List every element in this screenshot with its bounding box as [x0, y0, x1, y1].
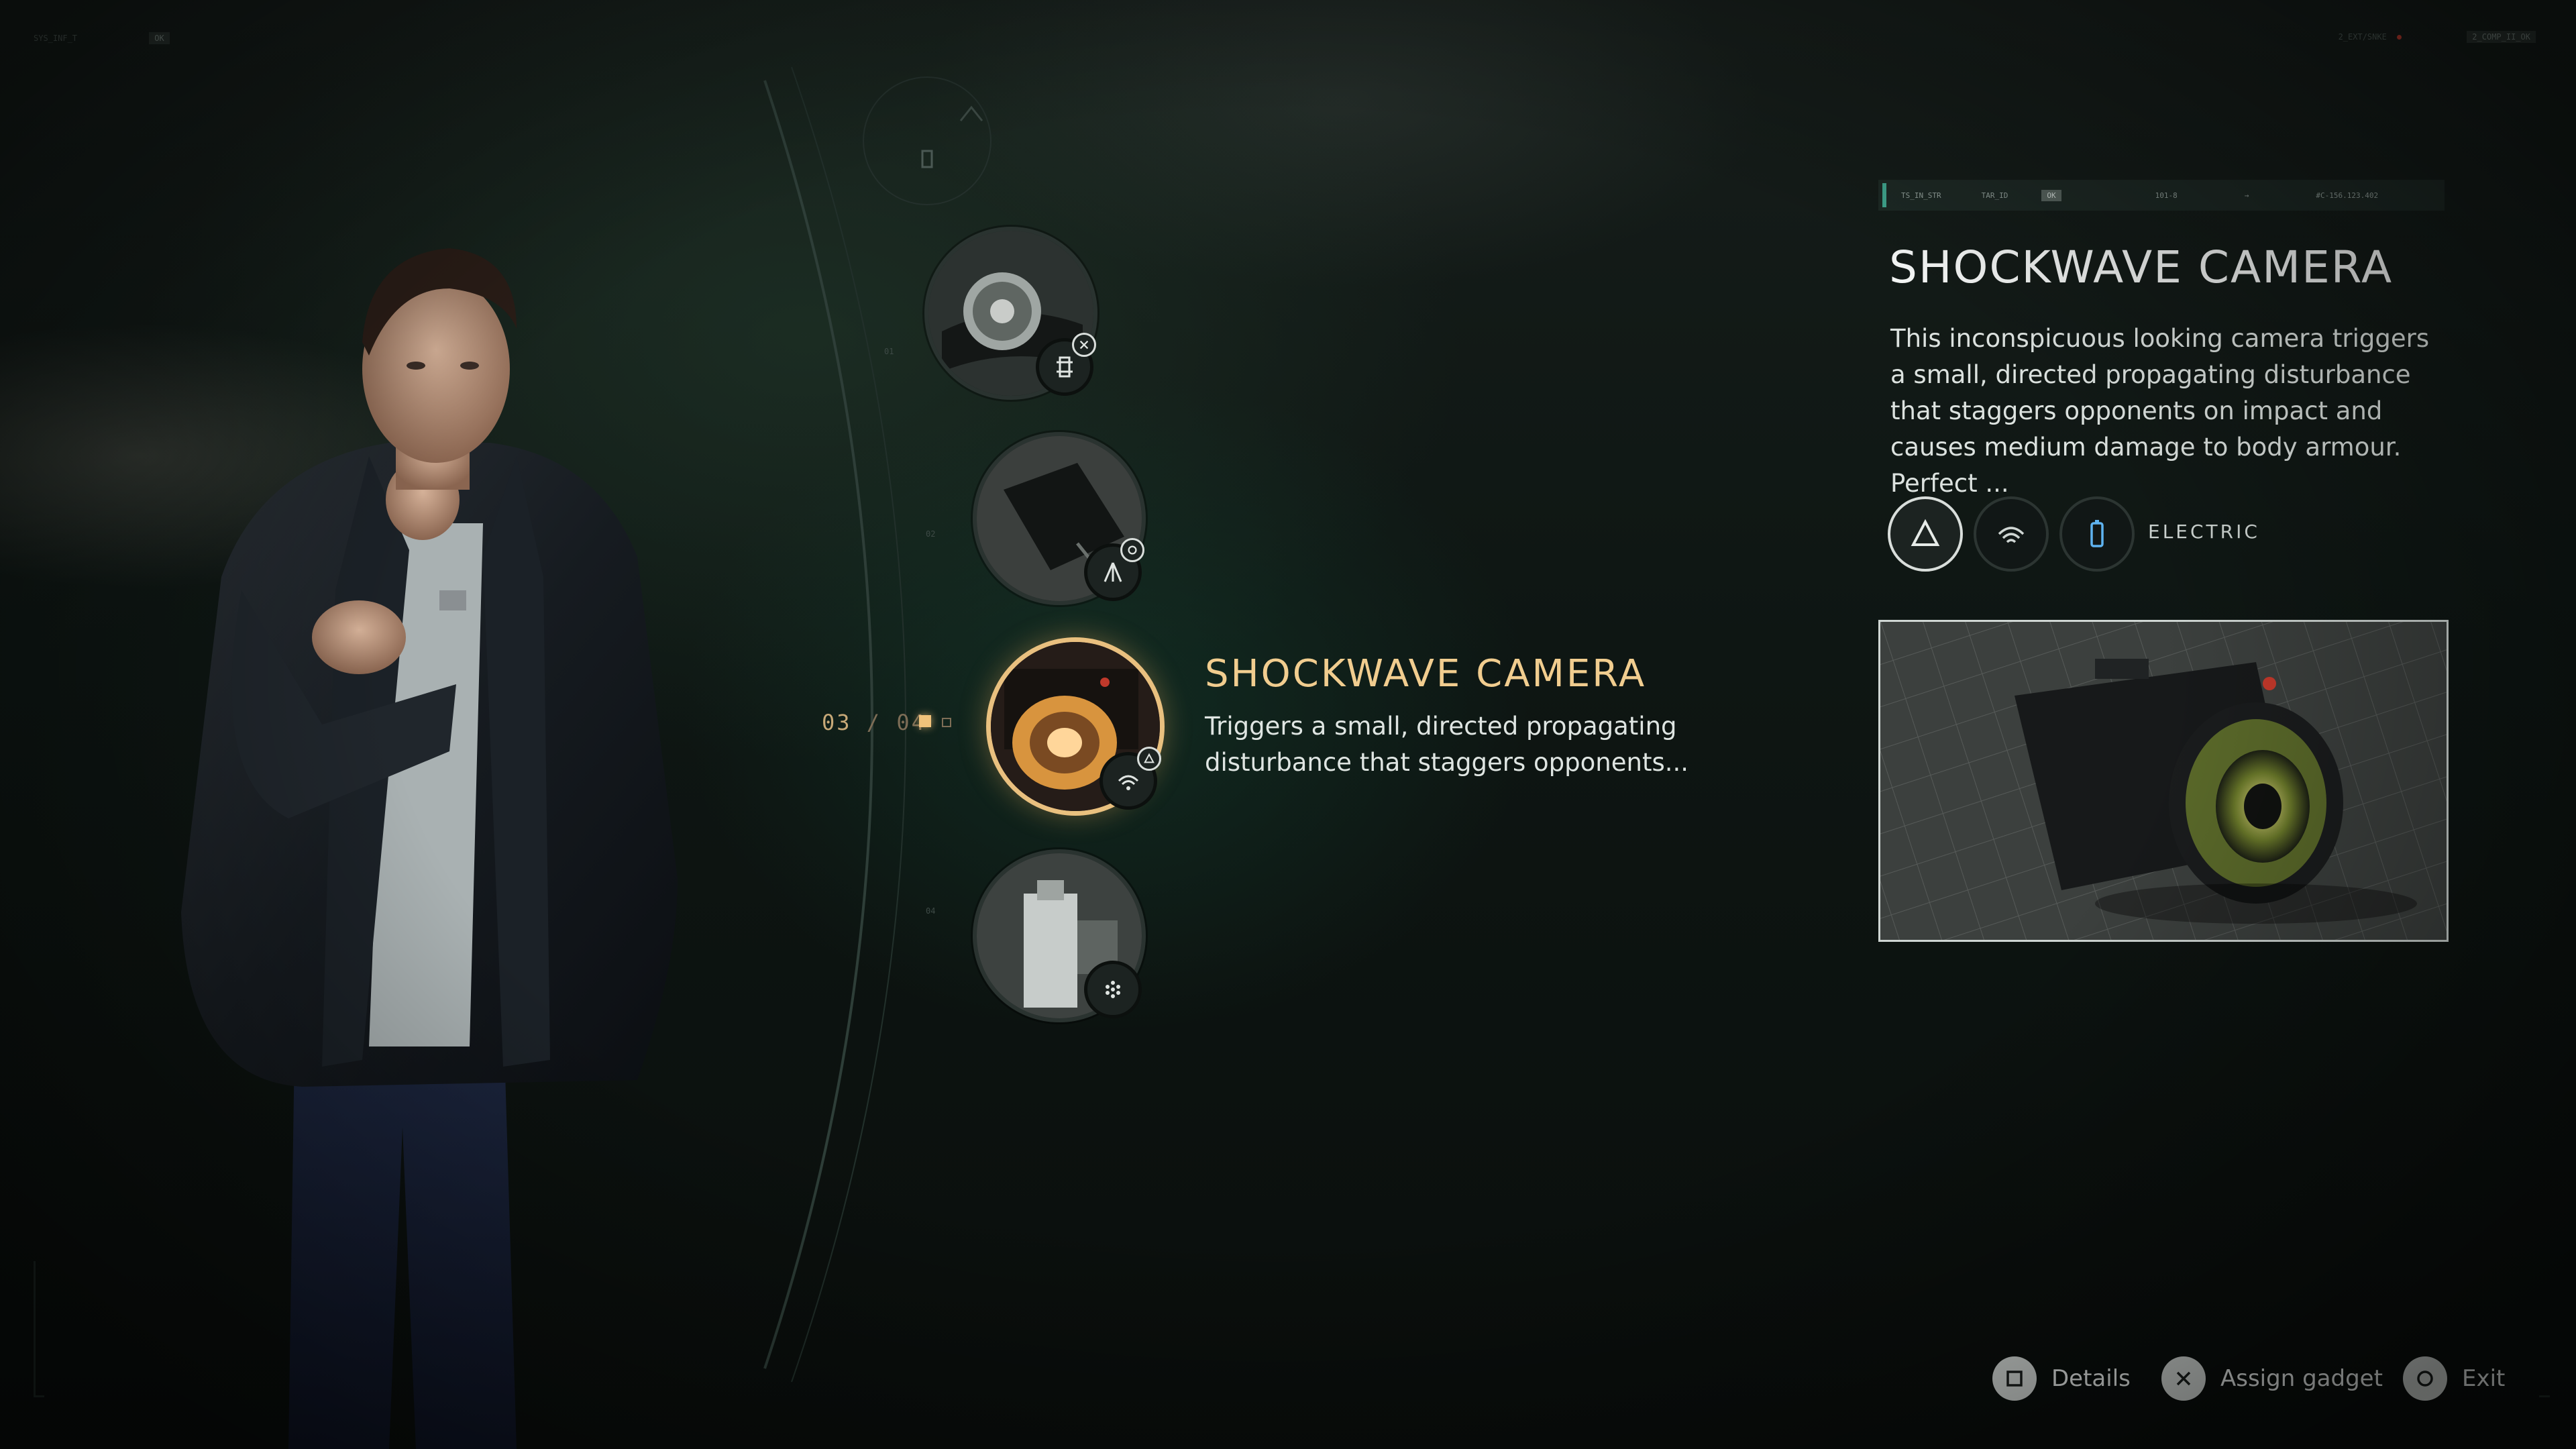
hud-corner-bottom-right	[2539, 1395, 2550, 1397]
prompt-assign-gadget[interactable]: Assign gadget	[2161, 1356, 2383, 1401]
detail-title: SHOCKWAVE CAMERA	[1889, 241, 2394, 293]
square-button-icon	[1992, 1356, 2037, 1401]
detail-header-arrow: →	[2244, 191, 2249, 200]
trait-signal[interactable]	[1974, 496, 2049, 572]
camera-preview-illustration	[1880, 622, 2447, 940]
trait-label: ELECTRIC	[2148, 521, 2260, 543]
prompt-details[interactable]: Details	[1992, 1356, 2131, 1401]
signal-icon	[1118, 775, 1139, 790]
gadget-counter: 03 / 04	[822, 710, 926, 735]
detail-header-bar: TS_IN_STR TAR_ID OK 101-8 → #C-156.123.4…	[1878, 180, 2445, 211]
lighter-badge	[1084, 961, 1142, 1018]
prompt-exit-label: Exit	[2462, 1365, 2506, 1392]
detail-header-accent	[1882, 183, 1886, 207]
gadget-slot-shockwave-camera[interactable]	[986, 637, 1165, 816]
circle-button-icon	[1120, 538, 1144, 562]
chip-icon	[1057, 356, 1073, 378]
cross-button-icon	[1072, 333, 1096, 357]
triangle-button-icon	[1137, 747, 1161, 771]
tripod-icon	[1104, 562, 1122, 582]
hud-top-right-tag: 2_COMP_II_OK	[2467, 31, 2536, 43]
hud-top-right-code: 2_EXT/SNKE	[2338, 32, 2387, 42]
trait-battery[interactable]	[2059, 496, 2135, 572]
counter-separator: /	[866, 710, 882, 735]
circle-button-icon	[2403, 1356, 2447, 1401]
prompt-details-label: Details	[2051, 1365, 2131, 1392]
detail-header-field-1: TS_IN_STR	[1901, 191, 1941, 200]
hud-top-left-code: SYS_INF_T	[34, 34, 78, 43]
hud-left-rail	[34, 1261, 36, 1395]
gadget-slot-lighter[interactable]	[973, 849, 1146, 1022]
selected-gadget-description: Triggers a small, directed propagating d…	[1205, 712, 1689, 777]
detail-header-field-6: #C-156.123.402	[2316, 191, 2379, 200]
hud-top-right: 2_EXT/SNKE 2_COMP_II_OK	[2338, 31, 2536, 43]
signal-icon	[1998, 527, 2025, 543]
triangle-icon	[1911, 519, 1940, 546]
selection-marker-outline	[942, 718, 951, 727]
gadget-preview-image	[1878, 620, 2449, 942]
hud-top-left-tag: OK	[149, 32, 170, 44]
hud-corner-bottom-left	[34, 1395, 44, 1397]
selected-gadget-title: SHOCKWAVE CAMERA	[1205, 652, 1647, 696]
detail-description: This inconspicuous looking camera trigge…	[1890, 324, 2430, 498]
detail-header-ok: OK	[2041, 189, 2061, 201]
prompt-exit[interactable]: Exit	[2403, 1356, 2505, 1401]
gadget-slot-watch[interactable]	[924, 227, 1097, 400]
selection-marker	[919, 715, 931, 727]
trait-triangle[interactable]	[1888, 496, 1963, 572]
prompt-assign-label: Assign gadget	[2220, 1365, 2383, 1392]
hud-top-left: SYS_INF_T OK	[34, 32, 170, 44]
character-portrait	[181, 248, 678, 1449]
gadget-slot-case[interactable]	[973, 432, 1146, 605]
detail-header-field-2: TAR_ID	[1981, 191, 2008, 200]
counter-current: 03	[822, 710, 852, 735]
detail-header-field-4: 101-8	[2155, 191, 2178, 200]
dots-icon	[1106, 981, 1120, 998]
cross-button-icon	[2161, 1356, 2206, 1401]
hud-status-dot	[2397, 35, 2402, 40]
battery-icon	[2090, 520, 2104, 547]
